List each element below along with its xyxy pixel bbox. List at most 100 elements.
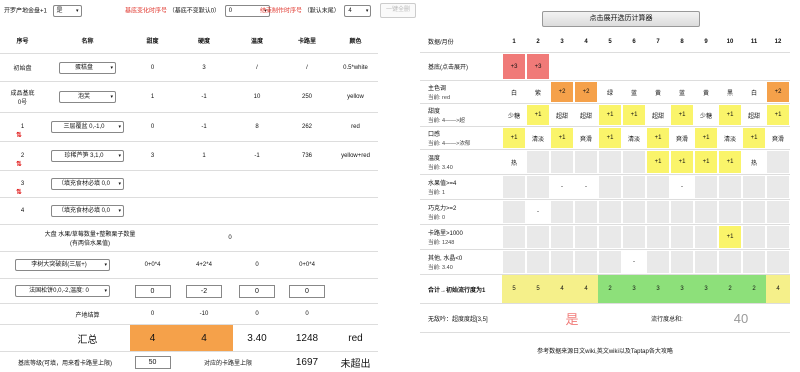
month-header: 3	[560, 38, 564, 45]
temp-value: -1	[254, 153, 260, 159]
month-cell: -	[681, 184, 683, 190]
ingredient-select[interactable]: 珍稀芦笋 3,1,0 ▾	[51, 150, 124, 162]
table-header: 序号 名称 甜度 硬度 温度 卡路里 颜色	[0, 27, 378, 54]
ingredient-value: （填充食材必填 0,0	[57, 208, 110, 214]
end-select[interactable]: 4 ▾	[344, 5, 372, 17]
row-name-cell: 三层覆盆 0,-1,0 ▾	[45, 113, 130, 141]
hard-input[interactable]: -2	[186, 284, 222, 298]
month-cell: +1	[671, 105, 693, 125]
origin-bonus-select[interactable]: 是 ▾	[52, 5, 82, 17]
calendar-table: 数据/月份 1 2 3 4 5 6 7 8 9 10 11 12 基底(点击展开) +3 +3 主色调 当前:…	[420, 31, 790, 333]
sum-cell: 4	[574, 275, 598, 303]
ingredient-select[interactable]: 蛋糕盘 ▾	[59, 61, 116, 74]
month-header: 4	[584, 38, 588, 45]
header-temp: 温度	[250, 38, 263, 45]
chevron-down-icon: ▾	[118, 208, 121, 214]
temp-input[interactable]: 0	[239, 284, 275, 298]
super-row: 无敌吟：超度度超[3,5] 是 流行度总和: 40	[420, 304, 790, 333]
row-title: 甜度	[428, 109, 441, 115]
month-cell	[743, 176, 765, 198]
bigplate-label: 大盘 水果/草莓数量+整颗栗子数量 (有两倍水果值)	[44, 232, 136, 247]
table-row: 3 ⇅ （填充食材必填 0,0 ▾	[0, 171, 378, 198]
month-cell	[599, 151, 621, 173]
month-cell: 清淡	[723, 136, 736, 143]
header-color: 颜色	[349, 38, 362, 45]
month-cell: 清淡	[531, 136, 544, 143]
sum-cell: 4	[766, 275, 790, 303]
month-cell: +3	[527, 54, 549, 79]
sweet-value: 0	[150, 311, 155, 317]
row-current: 当前: 3.40	[428, 265, 453, 271]
base-change-control: 基底变化时序号 （基底不变默认0） 0 ▾	[125, 5, 270, 17]
month-cell	[503, 176, 525, 198]
header-sweet: 甜度	[146, 38, 159, 45]
calorie-input[interactable]: 0	[289, 284, 325, 298]
month-cell: +1	[767, 105, 789, 125]
month-cell	[551, 226, 573, 248]
origin-bonus-control: 开罗产地金盘+1 是 ▾	[4, 5, 82, 17]
month-cell	[551, 201, 573, 223]
end-value: 4	[348, 8, 352, 14]
swap-arrow-icon[interactable]: ⇅	[16, 189, 22, 196]
month-cell	[623, 54, 645, 79]
row-index: 成品基底 0号	[10, 91, 35, 106]
base-level-input[interactable]: 50	[134, 355, 171, 369]
calendar-calculator-button[interactable]: 点击展开选历计算器	[542, 11, 700, 27]
calendar-row: 其他, 水晶<0 当前: 3.40 -	[420, 250, 790, 275]
month-cell: 热	[510, 160, 517, 167]
bigplate-row: 大盘 水果/草莓数量+整颗栗子数量 (有两倍水果值) 0	[0, 225, 378, 252]
month-cell: 热	[750, 160, 757, 167]
ingredient-select[interactable]: 泡芙 ▾	[59, 91, 116, 103]
calorie-value: /	[306, 64, 308, 71]
month-cell: +3	[503, 54, 525, 79]
total-row: 汇总 4 4 3.40 1248 red	[0, 325, 378, 352]
swap-arrow-icon[interactable]: ⇅	[16, 161, 22, 168]
calendar-row-label: 水果值>=4 当前: 1	[420, 175, 502, 199]
month-cell	[719, 54, 741, 79]
month-cell: 少糖	[507, 113, 520, 120]
sweet-value: 1	[150, 94, 155, 100]
sweet-value: 0	[150, 124, 155, 130]
base-level-label: 基底等级(可填，用来看卡路里上限)	[18, 360, 112, 367]
calendar-row-label[interactable]: 基底(点击展开)	[420, 53, 502, 80]
extra-select[interactable]: 法国松饼0,0,-2,温度: 0 ▾	[15, 285, 110, 297]
month-cell: +2	[575, 82, 597, 102]
calendar-row: 水果值>=4 当前: 1 - - -	[420, 175, 790, 200]
row-name-cell: （填充食材必填 0,0 ▾	[45, 198, 130, 224]
month-cell	[719, 201, 741, 223]
month-cell: 绿	[606, 90, 613, 97]
sum-cell: 3	[646, 275, 670, 303]
month-cell: +1	[719, 151, 741, 173]
ingredient-select[interactable]: （填充食材必填 0,0 ▾	[51, 205, 124, 217]
ingredient-select[interactable]: （填充食材必填 0,0 ▾	[51, 178, 124, 190]
month-cell: 超甜	[651, 113, 664, 120]
ingredient-select[interactable]: 三层覆盆 0,-1,0 ▾	[51, 121, 124, 133]
table-row: 初始盘 蛋糕盘 ▾ 0 3 / / 0.5*white	[0, 54, 378, 82]
swap-arrow-icon[interactable]: ⇅	[16, 132, 22, 139]
row-current: 当前: 1248	[428, 240, 455, 246]
calendar-row: 甜度 当前: 4——>超 少糖 +1 超甜 超甜 +1 +1 超甜 +1 少糖 +1 超甜 +1	[420, 104, 790, 127]
base-change-hint: （基底不变默认0）	[168, 8, 221, 15]
extra-row: 法国松饼0,0,-2,温度: 0 ▾ 0 -2 0 0	[0, 279, 378, 304]
row-name-cell: 珍稀芦笋 3,1,0 ▾	[45, 142, 130, 170]
temp-value: 10	[253, 94, 261, 100]
header-hard: 硬度	[197, 38, 210, 45]
chevron-down-icon: ▾	[118, 153, 121, 159]
month-cell	[527, 226, 549, 248]
month-cell: +1	[743, 128, 765, 148]
month-cell: 白	[750, 90, 757, 97]
month-cell	[647, 176, 669, 198]
extra-select[interactable]: 李树大突破刻(三层+) ▾	[15, 259, 110, 271]
extra-row: 李树大突破刻(三层+) ▾ 0+0*4 4+2*4 0 0+0*4	[0, 252, 378, 279]
sweet-input[interactable]: 0	[134, 284, 171, 298]
calendar-row-label: 卡路里>1000 当前: 1248	[420, 225, 502, 249]
month-header: 5	[608, 38, 612, 45]
month-cell: -	[633, 259, 635, 265]
clear-all-button[interactable]: 一键全删	[380, 3, 416, 18]
month-cell	[671, 54, 693, 79]
sum-cell: 2	[598, 275, 622, 303]
hard-value: 3	[202, 64, 206, 71]
calendar-row: 主色调 当前: red 白紫 +2 +2 绿蓝黄蓝黄黑白 +2	[420, 81, 790, 104]
month-header: 10	[726, 38, 734, 45]
footer-note: 参考数据来源日文wiki,英文wiki以及Taptap各大攻略	[537, 349, 673, 355]
